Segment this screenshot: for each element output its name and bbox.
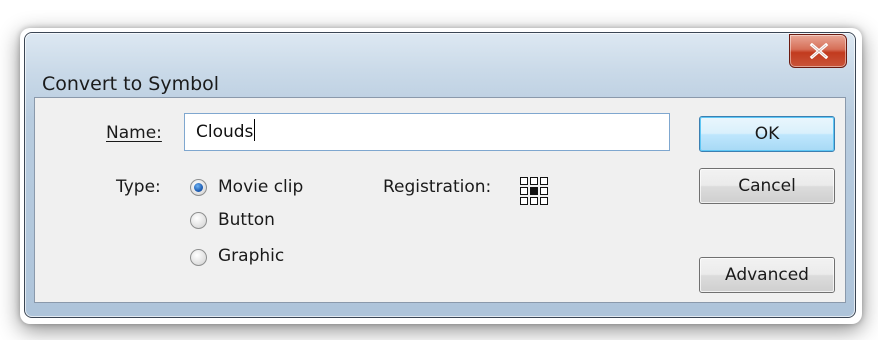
name-input-value: Clouds — [196, 122, 254, 142]
dialog-title: Convert to Symbol — [42, 73, 220, 95]
reg-point-middle-right[interactable] — [540, 187, 548, 195]
advanced-button[interactable]: Advanced — [699, 257, 835, 293]
cancel-button[interactable]: Cancel — [699, 168, 835, 204]
radio-label-graphic[interactable]: Graphic — [218, 246, 284, 266]
name-input[interactable]: Clouds — [184, 113, 670, 151]
radio-label-movie-clip[interactable]: Movie clip — [218, 177, 303, 197]
reg-point-bottom-right[interactable] — [540, 197, 548, 205]
radio-button[interactable] — [190, 212, 207, 229]
reg-point-bottom-center[interactable] — [530, 197, 538, 205]
close-button[interactable] — [789, 34, 847, 68]
reg-point-top-left[interactable] — [520, 177, 528, 185]
radio-label-button[interactable]: Button — [218, 210, 275, 230]
reg-point-center[interactable] — [530, 187, 538, 195]
reg-point-middle-left[interactable] — [520, 187, 528, 195]
name-label: Name: — [106, 123, 162, 143]
radio-movie-clip[interactable] — [190, 179, 207, 196]
text-caret — [254, 119, 256, 141]
ok-button-label: OK — [754, 124, 780, 144]
reg-point-top-right[interactable] — [540, 177, 548, 185]
advanced-button-label: Advanced — [725, 265, 809, 285]
reg-point-top-center[interactable] — [530, 177, 538, 185]
ok-button[interactable]: OK — [699, 116, 835, 152]
type-label: Type: — [116, 177, 161, 197]
radio-graphic[interactable] — [190, 249, 207, 266]
registration-label: Registration: — [383, 177, 492, 197]
close-icon — [809, 43, 829, 59]
name-label-text: Name: — [106, 123, 162, 143]
cancel-button-label: Cancel — [738, 176, 796, 196]
type-label-text: Type: — [116, 177, 161, 197]
reg-point-bottom-left[interactable] — [520, 197, 528, 205]
registration-point-grid[interactable] — [520, 177, 560, 211]
